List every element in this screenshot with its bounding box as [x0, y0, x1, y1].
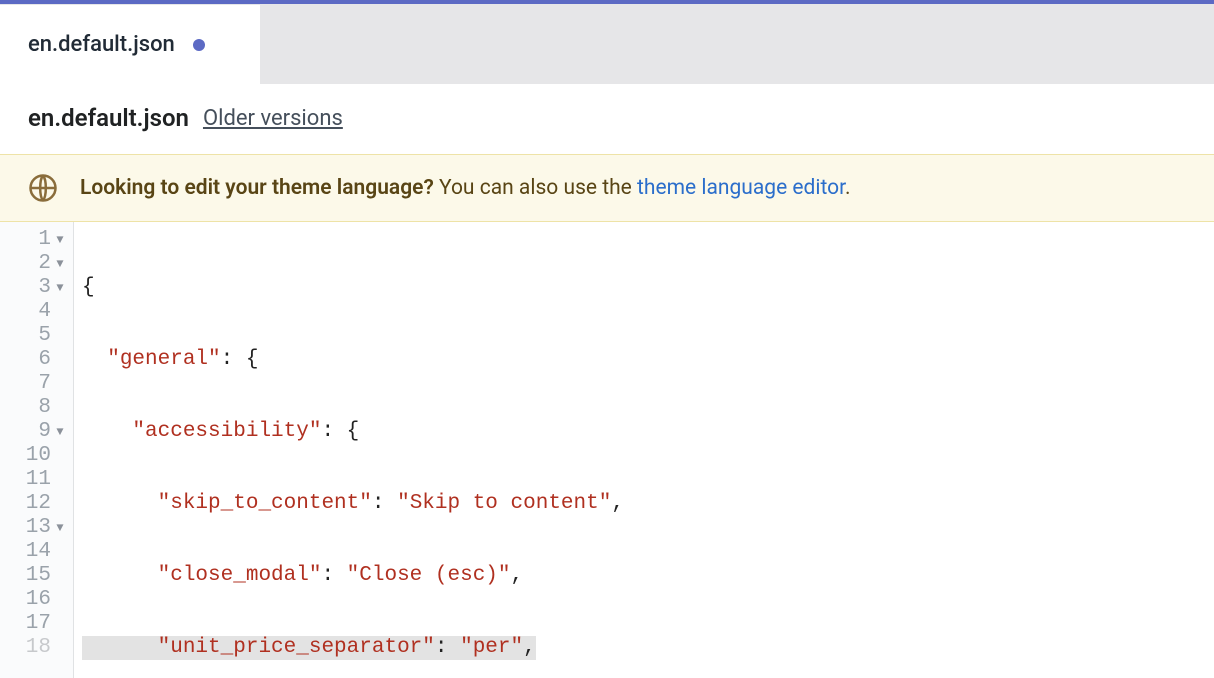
fold-icon[interactable]: ▼	[53, 516, 67, 540]
code-line: "skip_to_content": "Skip to content",	[82, 492, 1214, 516]
banner-after: .	[845, 176, 851, 200]
gutter-line: 5	[6, 324, 69, 348]
gutter-line: 4	[6, 300, 69, 324]
banner-text: Looking to edit your theme language? You…	[80, 176, 851, 200]
line-gutter: 1▼ 2▼ 3▼ 4 5 6 7 8 9▼ 10 11 12 13▼ 14 15…	[0, 222, 74, 678]
fold-icon[interactable]: ▼	[53, 276, 67, 300]
gutter-line: 17	[6, 612, 69, 636]
gutter-line: 12	[6, 492, 69, 516]
gutter-line: 2▼	[6, 252, 69, 276]
globe-icon	[28, 173, 58, 203]
code-line: "accessibility": {	[82, 420, 1214, 444]
gutter-line: 18	[6, 636, 69, 660]
code-line: "close_modal": "Close (esc)",	[82, 564, 1214, 588]
file-name: en.default.json	[28, 104, 189, 132]
gutter-line: 3▼	[6, 276, 69, 300]
file-tab[interactable]: en.default.json	[0, 4, 260, 84]
older-versions-link[interactable]: Older versions	[203, 106, 343, 131]
banner-bold: Looking to edit your theme language?	[80, 176, 434, 200]
theme-language-editor-link[interactable]: theme language editor	[637, 176, 845, 200]
gutter-line: 1▼	[6, 228, 69, 252]
info-banner: Looking to edit your theme language? You…	[0, 154, 1214, 222]
gutter-line: 7	[6, 372, 69, 396]
tab-title: en.default.json	[28, 32, 175, 57]
gutter-line: 14	[6, 540, 69, 564]
fold-icon[interactable]: ▼	[53, 228, 67, 252]
unsaved-indicator-icon	[193, 39, 205, 51]
code-line-highlighted: "unit_price_separator": "per",	[82, 636, 1214, 660]
fold-icon[interactable]: ▼	[53, 420, 67, 444]
code-line: "general": {	[82, 348, 1214, 372]
banner-plain: You can also use the	[434, 176, 637, 200]
fold-icon[interactable]: ▼	[53, 252, 67, 276]
tab-strip: en.default.json	[0, 4, 1214, 84]
gutter-line: 13▼	[6, 516, 69, 540]
code-content[interactable]: { "general": { "accessibility": { "skip_…	[74, 222, 1214, 678]
gutter-line: 10	[6, 444, 69, 468]
code-editor[interactable]: 1▼ 2▼ 3▼ 4 5 6 7 8 9▼ 10 11 12 13▼ 14 15…	[0, 222, 1214, 678]
gutter-line: 6	[6, 348, 69, 372]
gutter-line: 16	[6, 588, 69, 612]
gutter-line: 9▼	[6, 420, 69, 444]
gutter-line: 15	[6, 564, 69, 588]
gutter-line: 11	[6, 468, 69, 492]
file-subheader: en.default.json Older versions	[0, 84, 1214, 154]
gutter-line: 8	[6, 396, 69, 420]
code-line: {	[82, 276, 1214, 300]
